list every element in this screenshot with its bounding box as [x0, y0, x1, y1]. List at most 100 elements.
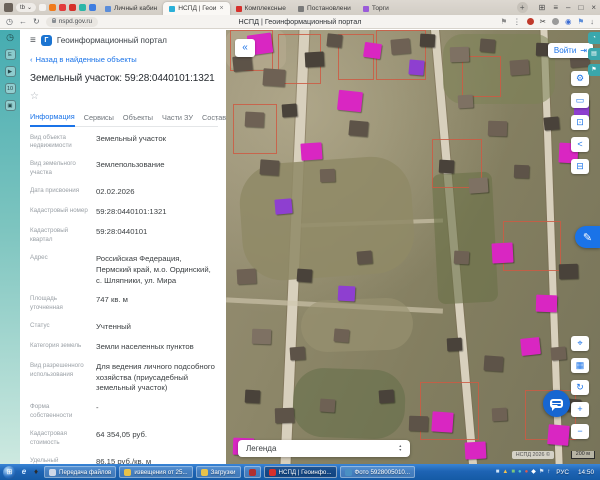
- share-button[interactable]: <: [571, 137, 589, 152]
- print-button[interactable]: ⊟: [571, 159, 589, 174]
- locate-button[interactable]: ⌖: [571, 336, 589, 351]
- draw-tool-button[interactable]: ✎: [575, 226, 600, 248]
- extension-red-icon[interactable]: [526, 18, 534, 25]
- tray-icon[interactable]: ■: [511, 469, 515, 475]
- building: [550, 346, 567, 361]
- history-icon[interactable]: ◷: [6, 17, 13, 26]
- taskbar-task[interactable]: Передача файлов: [44, 466, 117, 478]
- login-button[interactable]: Войти ⇥: [547, 43, 593, 58]
- boards-icon[interactable]: ▤: [588, 48, 600, 60]
- collections-icon[interactable]: ⚑: [588, 64, 600, 76]
- bookmark-flag-icon[interactable]: ⚑: [500, 17, 507, 26]
- teal-favicon[interactable]: [79, 4, 87, 11]
- favorite-star-icon[interactable]: ☆: [30, 91, 218, 102]
- tab-label: НСПД | Геои: [178, 5, 217, 12]
- browser-tab[interactable]: Комплексные: [230, 2, 292, 15]
- menu-icon[interactable]: ≡: [553, 3, 558, 12]
- tab-Части ЗУ[interactable]: Части ЗУ: [162, 110, 193, 126]
- tab-Сервисы[interactable]: Сервисы: [84, 110, 114, 126]
- blue-favicon[interactable]: [89, 4, 97, 11]
- field-row: Категория земель Земли населенных пунктов: [30, 338, 218, 358]
- highlighted-building: [464, 441, 487, 461]
- map-viewport[interactable]: « Войти ⇥ ⚙ ▭ ⊡ < ⊟ ✎ ⌖ ▦ ↻ + − Легенда ▲ ▼ НСПД …: [226, 30, 600, 464]
- building: [487, 120, 507, 137]
- feedback-chat-button[interactable]: [543, 390, 570, 417]
- pinned-tabs: [39, 4, 97, 11]
- browser-tab[interactable]: Личный кабин: [99, 2, 163, 15]
- address-bar[interactable]: nspd.gov.ru: [45, 16, 99, 27]
- browser-tab[interactable]: Торги: [357, 2, 395, 15]
- tray-icon[interactable]: ▲: [502, 469, 508, 475]
- refresh-button[interactable]: ↻: [571, 380, 589, 395]
- start-button[interactable]: ⊞: [3, 465, 16, 479]
- tab-close-icon[interactable]: ×: [219, 5, 223, 12]
- collapse-panel-button[interactable]: «: [235, 39, 255, 57]
- tray-icon[interactable]: ■: [496, 469, 500, 475]
- close-icon[interactable]: ×: [591, 3, 596, 12]
- taskbar-task[interactable]: Фото 5928005010...: [339, 466, 416, 478]
- heart-favicon[interactable]: [59, 4, 67, 11]
- tab-Состав[interactable]: Состав: [202, 110, 226, 126]
- legend-bar[interactable]: Легенда ▲ ▼: [238, 440, 410, 457]
- zoom-in-button[interactable]: +: [571, 402, 589, 417]
- extension-target-icon[interactable]: ◉: [565, 17, 572, 26]
- field-value: 86,15 руб./кв. м: [96, 457, 152, 464]
- tab-label: Личный кабин: [114, 5, 158, 12]
- red-favicon[interactable]: [69, 4, 77, 11]
- extension-scissors-icon[interactable]: ✂: [540, 17, 546, 26]
- restore-icon[interactable]: □: [578, 3, 583, 12]
- language-indicator[interactable]: РУС: [553, 469, 572, 476]
- kebab-menu-icon[interactable]: ⋮: [513, 17, 521, 26]
- ten-badge-icon[interactable]: 10: [4, 83, 16, 94]
- building: [543, 116, 560, 131]
- zoom-out-button[interactable]: −: [571, 424, 589, 439]
- orange-favicon[interactable]: [49, 4, 57, 11]
- browser-tab[interactable]: Постановлени: [292, 2, 357, 15]
- building: [244, 111, 264, 129]
- tray-icon[interactable]: ◆: [531, 469, 536, 475]
- back-icon[interactable]: ←: [19, 17, 27, 26]
- legend-toggle-icon: ▲ ▼: [398, 444, 402, 452]
- tray-icon[interactable]: ●: [518, 469, 522, 475]
- shield-icon[interactable]: ♦: [31, 467, 41, 477]
- taskbar-task[interactable]: НСПД | Геоинфо...: [263, 466, 337, 478]
- new-tab-button[interactable]: +: [516, 2, 528, 13]
- tab-panels-icon[interactable]: ⊞: [539, 3, 546, 12]
- browser-logo-icon[interactable]: [4, 3, 13, 12]
- history-clock-icon[interactable]: ◷: [5, 32, 16, 43]
- highlighted-building: [520, 337, 541, 357]
- building: [333, 328, 350, 344]
- building: [304, 51, 324, 68]
- hamburger-menu-icon[interactable]: ≡: [30, 35, 36, 46]
- doc-favicon[interactable]: [39, 4, 47, 11]
- assistant-icon[interactable]: ◔: [588, 32, 600, 44]
- tab-Объекты[interactable]: Объекты: [123, 110, 153, 126]
- taskbar-task[interactable]: Загрузки: [195, 466, 241, 478]
- settings-button[interactable]: ⚙: [571, 71, 589, 86]
- minimize-icon[interactable]: –: [566, 3, 570, 12]
- map-attribution: НСПД 2026 ©: [511, 451, 554, 459]
- camera-icon[interactable]: ▣: [4, 100, 16, 111]
- play-icon[interactable]: ▶: [4, 66, 16, 77]
- reload-icon[interactable]: ↻: [33, 17, 40, 26]
- building: [289, 346, 305, 361]
- ie-icon[interactable]: e: [19, 467, 29, 477]
- measure-button[interactable]: ▭: [571, 93, 589, 108]
- basemap-button[interactable]: ▦: [571, 358, 589, 373]
- tray-icon[interactable]: ↑: [547, 469, 550, 475]
- extension-grey-icon[interactable]: [551, 18, 559, 25]
- downloads-icon[interactable]: ↓: [590, 17, 594, 26]
- tray-icon[interactable]: ●: [525, 469, 529, 475]
- extent-button[interactable]: ⊡: [571, 115, 589, 130]
- tabs-scroll-icon[interactable]: ›: [215, 114, 218, 123]
- back-link[interactable]: ‹ Назад в найденные объекты: [30, 55, 218, 64]
- browser-tab[interactable]: НСПД | Геои ×: [163, 2, 230, 15]
- e-service-icon[interactable]: Е: [4, 49, 16, 60]
- extension-flag-icon[interactable]: ⚑: [578, 17, 585, 26]
- tab-Информация[interactable]: Информация: [30, 109, 75, 127]
- tab-group-chip[interactable]: tb ⌄: [16, 3, 37, 12]
- task-label: Передача файлов: [59, 468, 112, 476]
- tray-icon[interactable]: ⚑: [539, 469, 544, 475]
- taskbar-task[interactable]: извещения от 25...: [119, 466, 193, 478]
- taskbar-task[interactable]: [243, 466, 261, 478]
